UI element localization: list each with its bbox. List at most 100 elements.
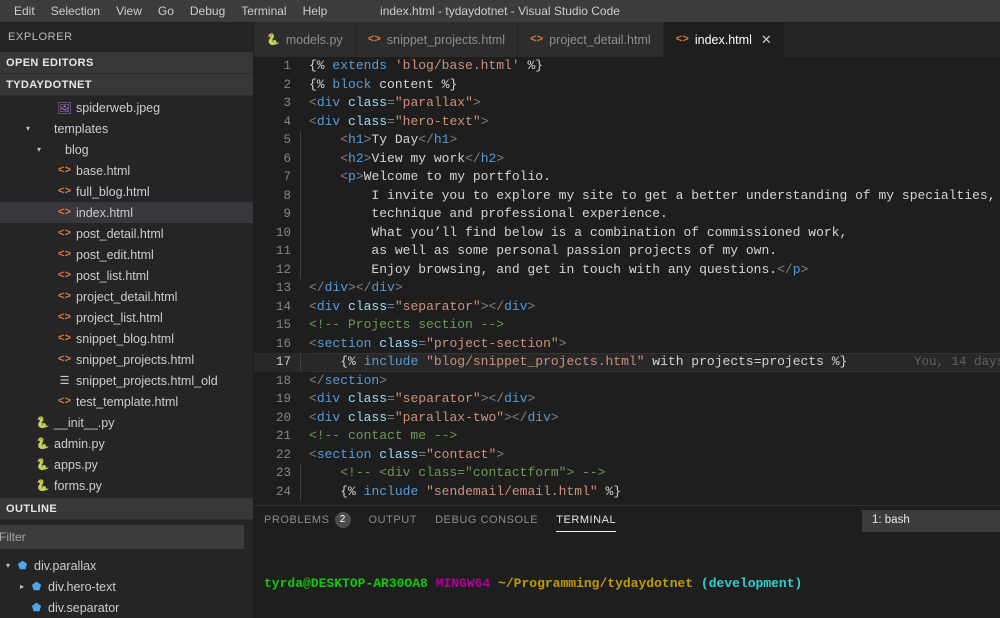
code-token-delim: >: [527, 298, 536, 314]
file-tree-item[interactable]: 🐍 forms.py: [0, 475, 253, 496]
outline-filter-input[interactable]: [0, 525, 244, 549]
file-tree-item[interactable]: <> index.html: [0, 202, 253, 223]
terminal-user-host: tyrda@DESKTOP-AR30OA8: [264, 576, 428, 591]
menu-view[interactable]: View: [108, 0, 150, 22]
bottom-panel: PROBLEMS 2 OUTPUT DEBUG CONSOLE TERMINAL 1: …: [254, 505, 1000, 618]
file-tree-item[interactable]: ☰ snippet_projects.html_old: [0, 370, 253, 391]
file-tree-item[interactable]: <> post_detail.html: [0, 223, 253, 244]
code-token-delim: >: [527, 391, 536, 406]
editor-tab-snippet-projects-html[interactable]: <> snippet_projects.html: [355, 22, 519, 57]
indent-guide: [300, 353, 301, 372]
code-line[interactable]: 16 <section class="project-section">: [254, 335, 1000, 354]
code-token-punct: {%: [309, 58, 325, 73]
file-tree-item[interactable]: 🐍 admin.py: [0, 433, 253, 454]
file-tree-item[interactable]: <> test_template.html: [0, 391, 253, 412]
code-line[interactable]: 15 <!-- Projects section -->: [254, 316, 1000, 335]
code-lines[interactable]: 1 {% extends 'blog/base.html' %} 2 {% block…: [254, 57, 1000, 501]
chevron-down-icon[interactable]: ▾: [22, 118, 34, 139]
project-folder-section-header[interactable]: TYDAYDOTNET: [0, 74, 253, 96]
menu-debug[interactable]: Debug: [182, 0, 233, 22]
outline-item[interactable]: ⬟ div.separator: [0, 597, 253, 618]
panel-tab-problems[interactable]: PROBLEMS 2: [264, 506, 351, 533]
open-editors-section-header[interactable]: OPEN EDITORS: [0, 52, 253, 74]
code-token-tag: div: [324, 280, 349, 295]
code-line[interactable]: 13 </div></div>: [254, 279, 1000, 298]
code-line[interactable]: 20 <div class="parallax-two"></div>: [254, 409, 1000, 428]
code-line[interactable]: 22 <section class="contact">: [254, 446, 1000, 465]
file-tree-item[interactable]: <> project_list.html: [0, 307, 253, 328]
indent-guide: [300, 131, 301, 150]
code-token-str: "blog/snippet_projects.html": [426, 354, 645, 369]
editor-tab-models-py[interactable]: 🐍 models.py: [254, 22, 356, 57]
code-line[interactable]: 1 {% extends 'blog/base.html' %}: [254, 57, 1000, 76]
code-line[interactable]: 8 I invite you to explore my site to get…: [254, 186, 1000, 205]
outline-item[interactable]: ▸ ⬟ div.hero-text: [0, 576, 253, 597]
code-line[interactable]: 11 as well as some personal passion proj…: [254, 242, 1000, 261]
file-tree-item[interactable]: <> project_detail.html: [0, 286, 253, 307]
file-tree-item[interactable]: <> snippet_blog.html: [0, 328, 253, 349]
code-line-text: What you’ll find below is a combination …: [300, 223, 1000, 242]
file-tree-item[interactable]: <> post_edit.html: [0, 244, 253, 265]
outline-item[interactable]: ▾ ⬟ div.parallax: [0, 555, 253, 576]
code-line-text: <div class="hero-text">: [300, 113, 1000, 132]
code-line[interactable]: 9 technique and professional experience.: [254, 205, 1000, 224]
code-token-str: "separator": [394, 298, 481, 314]
code-token-tag: section: [324, 372, 380, 388]
code-line[interactable]: 5 <h1>Ty Day</h1>: [254, 131, 1000, 150]
code-line[interactable]: 23 <!-- <div class="contactform"> -->: [254, 464, 1000, 483]
code-line[interactable]: 10 What you’ll find below is a combinati…: [254, 223, 1000, 242]
file-tree[interactable]: 🖼 spiderweb.jpeg ▾ templates ▾ blog <> base.htm…: [0, 96, 253, 498]
menu-terminal[interactable]: Terminal: [233, 0, 294, 22]
chevron-down-icon[interactable]: ▾: [2, 555, 14, 576]
chevron-right-icon[interactable]: ▸: [16, 576, 28, 597]
file-tree-item[interactable]: <> full_blog.html: [0, 181, 253, 202]
code-token-tag: p: [348, 169, 356, 184]
file-tree-item[interactable]: <> base.html: [0, 160, 253, 181]
code-token-str: 'blog/base.html': [394, 58, 520, 73]
code-token-delim: >: [800, 261, 809, 277]
file-tree-item[interactable]: 🐍 apps.py: [0, 454, 253, 475]
code-token-tag: div: [316, 95, 341, 110]
panel-tab-terminal[interactable]: TERMINAL: [556, 508, 617, 532]
file-tree-item[interactable]: ▾ blog: [0, 139, 253, 160]
code-line[interactable]: 4 <div class="hero-text">: [254, 113, 1000, 132]
terminal-path: ~/Programming/tydaydotnet: [498, 576, 694, 591]
file-tree-item-label: apps.py: [54, 457, 98, 472]
file-tree-item[interactable]: <> snippet_projects.html: [0, 349, 253, 370]
file-tree-item[interactable]: <> post_list.html: [0, 265, 253, 286]
menu-selection[interactable]: Selection: [43, 0, 108, 22]
code-editor[interactable]: 1 {% extends 'blog/base.html' %} 2 {% block…: [254, 57, 1000, 505]
close-icon[interactable]: ✕: [761, 33, 772, 46]
code-line[interactable]: 14 <div class="separator"></div>: [254, 298, 1000, 317]
code-line[interactable]: 19 <div class="separator"></div>: [254, 390, 1000, 409]
chevron-down-icon[interactable]: ▾: [33, 139, 45, 160]
file-tree-item[interactable]: 🖼 spiderweb.jpeg: [0, 97, 253, 118]
code-line[interactable]: 7 <p>Welcome to my portfolio.: [254, 168, 1000, 187]
code-line[interactable]: 12 Enjoy browsing, and get in touch with…: [254, 260, 1000, 279]
code-line[interactable]: 6 <h2>View my work</h2>: [254, 149, 1000, 168]
code-line[interactable]: 3 <div class="parallax">: [254, 94, 1000, 113]
panel-tab-debug-console[interactable]: DEBUG CONSOLE: [435, 508, 538, 531]
file-tree-item[interactable]: 🐍 __init__.py: [0, 412, 253, 433]
terminal-selector-dropdown[interactable]: 1: bash: [862, 510, 1000, 532]
terminal-output[interactable]: tyrda@DESKTOP-AR30OA8 MINGW64 ~/Programm…: [254, 533, 1000, 618]
editor-tab-project-detail-html[interactable]: <> project_detail.html: [518, 22, 664, 57]
menu-edit[interactable]: Edit: [6, 0, 43, 22]
panel-tab-output[interactable]: OUTPUT: [369, 508, 418, 531]
code-line[interactable]: 18 </section>: [254, 372, 1000, 391]
menu-go[interactable]: Go: [150, 0, 182, 22]
code-line[interactable]: 17 {% include "blog/snippet_projects.htm…: [254, 353, 1000, 372]
outline-tree[interactable]: ▾ ⬟ div.parallax ▸ ⬟ div.hero-text ⬟ div.separa…: [0, 553, 253, 618]
outline-section-header[interactable]: OUTLINE: [0, 498, 253, 520]
file-tree-item[interactable]: ▾ templates: [0, 118, 253, 139]
code-line[interactable]: 21 <!-- contact me -->: [254, 427, 1000, 446]
code-line[interactable]: 24 {% include "sendemail/email.html" %}: [254, 482, 1000, 501]
editor-tab-index-html[interactable]: <> index.html ✕: [663, 22, 785, 57]
menu-help[interactable]: Help: [295, 0, 336, 22]
code-line[interactable]: 2 {% block content %}: [254, 76, 1000, 95]
line-number: 1: [283, 59, 291, 73]
code-token-delim: >: [449, 132, 458, 147]
